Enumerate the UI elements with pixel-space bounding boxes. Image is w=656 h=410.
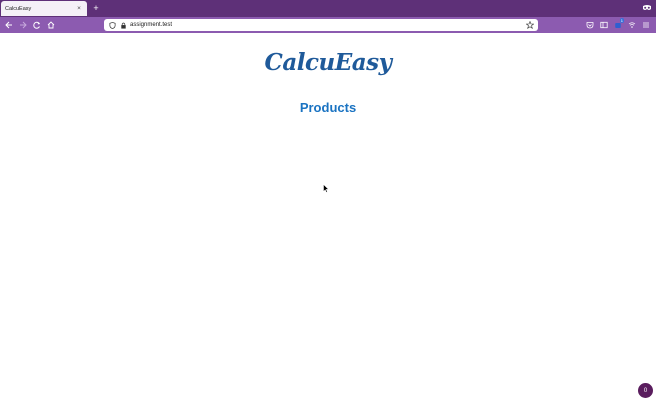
extension-button[interactable]: 1 <box>612 18 624 31</box>
mouse-cursor-icon <box>323 184 329 193</box>
hamburger-menu-icon <box>643 22 649 28</box>
menu-button[interactable] <box>640 19 652 31</box>
browser-tab[interactable]: CalcuEasy × <box>1 1 87 16</box>
extension-badge: 1 <box>619 18 624 23</box>
arrow-right-icon <box>20 21 27 29</box>
home-icon <box>47 21 55 29</box>
page-title: Products <box>299 100 357 115</box>
reload-icon <box>33 21 40 29</box>
new-tab-button[interactable]: + <box>91 2 101 14</box>
back-button[interactable] <box>3 19 15 31</box>
tab-close-icon[interactable]: × <box>75 5 83 12</box>
bookmark-star-icon[interactable] <box>525 21 534 30</box>
reload-button[interactable] <box>31 19 43 31</box>
pocket-icon <box>586 22 594 29</box>
wifi-icon <box>628 22 636 28</box>
sidebar-icon <box>600 21 608 29</box>
vpn-button[interactable] <box>626 19 638 31</box>
tab-title: CalcuEasy <box>5 5 32 12</box>
pocket-button[interactable] <box>584 19 596 31</box>
toolbar-right: 1 <box>584 18 652 31</box>
private-browsing-icon <box>643 5 651 10</box>
address-bar[interactable]: assignment.test <box>104 19 538 31</box>
calcueasy-logo[interactable]: CalcuEasy <box>0 49 656 76</box>
arrow-left-icon <box>5 21 12 29</box>
lock-icon[interactable] <box>119 21 128 30</box>
home-button[interactable] <box>45 19 57 31</box>
url-text: assignment.test <box>130 22 173 28</box>
page-content: CalcuEasy Products <box>0 33 656 410</box>
sidebar-button[interactable] <box>598 19 610 31</box>
forward-button[interactable] <box>17 19 29 31</box>
shield-icon[interactable] <box>108 21 117 30</box>
floating-action-button[interactable]: 0 <box>638 383 653 398</box>
browser-title-bar: CalcuEasy × + <box>0 0 656 17</box>
browser-nav-bar: assignment.test 1 <box>0 17 656 33</box>
